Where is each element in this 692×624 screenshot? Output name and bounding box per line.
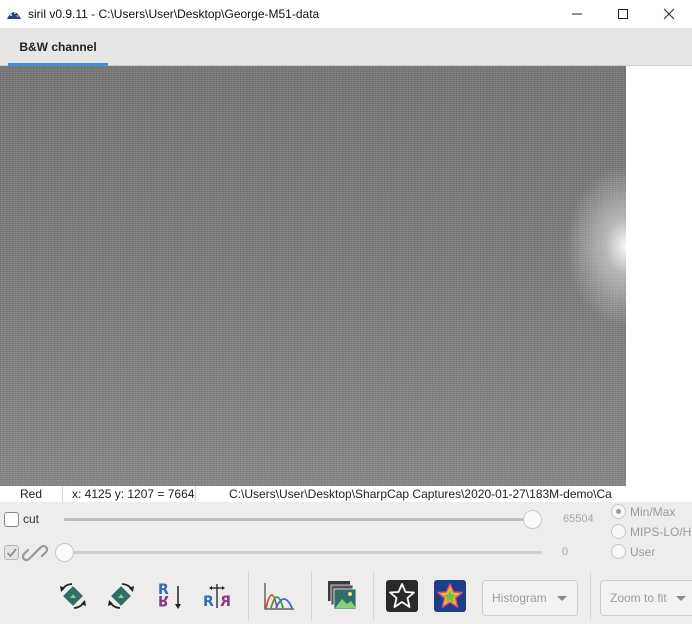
star-finder-button[interactable] — [385, 578, 419, 614]
hi-slider-fill — [64, 518, 523, 521]
mirror-x-icon: R R — [158, 582, 181, 609]
status-file-path: C:\Users\User\Desktop\SharpCap Captures\… — [229, 487, 612, 501]
mirror-x-button[interactable]: R R — [152, 578, 186, 614]
window-title: siril v0.9.11 - C:\Users\User\Desktop\Ge… — [28, 7, 320, 21]
status-divider — [62, 486, 63, 502]
status-divider — [195, 486, 196, 502]
minimize-button[interactable] — [554, 0, 600, 28]
maximize-icon — [618, 9, 628, 19]
radio-label-minmax: Min/Max — [630, 505, 676, 519]
lo-slider-track — [64, 551, 542, 554]
lo-slider-knob[interactable] — [55, 543, 74, 562]
chevron-down-icon — [676, 596, 686, 601]
image-stack-icon — [328, 581, 357, 610]
window-controls — [554, 0, 692, 28]
radio-user[interactable] — [611, 544, 626, 559]
minimize-icon — [572, 13, 582, 15]
rotate-left-button[interactable] — [56, 578, 90, 614]
link-checkbox[interactable] — [4, 545, 19, 560]
check-icon — [6, 548, 17, 558]
histogram-curve-button[interactable] — [262, 578, 296, 614]
star-color-button[interactable] — [433, 578, 467, 614]
radio-label-user: User — [630, 545, 656, 559]
close-icon — [663, 8, 675, 20]
title-bar: siril v0.9.11 - C:\Users\User\Desktop\Ge… — [0, 0, 692, 28]
svg-text:R: R — [158, 592, 169, 608]
zoom-select[interactable]: Zoom to fit — [600, 580, 692, 616]
tab-bw-channel[interactable]: B&W channel — [8, 28, 108, 66]
radio-mips[interactable] — [611, 524, 626, 539]
chain-link-icon[interactable] — [22, 540, 48, 566]
toolbar-separator — [311, 572, 312, 620]
image-canvas-area — [0, 66, 692, 486]
svg-text:R: R — [220, 594, 231, 610]
display-mode-value: Histogram — [492, 591, 547, 605]
tab-label: B&W channel — [19, 40, 97, 54]
radio-minmax[interactable] — [611, 504, 626, 519]
mirror-y-button[interactable]: R R — [200, 578, 234, 614]
star-outline-icon — [386, 580, 418, 612]
star-color-icon — [434, 580, 466, 612]
svg-text:R: R — [203, 594, 214, 610]
chevron-down-icon — [557, 596, 567, 601]
toolbar-separator — [248, 572, 249, 620]
cut-label: cut — [23, 512, 40, 526]
siril-window: siril v0.9.11 - C:\Users\User\Desktop\Ge… — [0, 0, 692, 624]
status-channel: Red — [20, 487, 43, 501]
hi-slider-knob[interactable] — [523, 510, 542, 529]
rotate-right-icon — [108, 583, 134, 609]
toolbar-separator — [590, 572, 591, 620]
rotate-left-icon — [60, 583, 86, 609]
mirror-y-icon: R R — [203, 584, 231, 610]
siril-app-icon — [7, 12, 21, 19]
image-view[interactable] — [0, 66, 626, 486]
close-button[interactable] — [646, 0, 692, 28]
toolbar-separator — [373, 572, 374, 620]
lo-value: 0 — [562, 546, 569, 558]
image-stack-button[interactable] — [324, 578, 358, 614]
status-pixel-coords: x: 4125 y: 1207 = 7664 — [72, 487, 195, 501]
hi-value: 65504 — [563, 513, 594, 525]
histogram-curve-icon — [264, 583, 294, 610]
cut-checkbox[interactable] — [4, 512, 19, 527]
status-bar: Red x: 4125 y: 1207 = 7664 C:\Users\User… — [0, 486, 692, 502]
channel-tab-strip: B&W channel — [0, 28, 692, 66]
zoom-value: Zoom to fit — [610, 591, 667, 605]
display-mode-select[interactable]: Histogram — [482, 580, 578, 616]
radio-label-mips: MIPS-LO/HI — [630, 525, 692, 539]
maximize-button[interactable] — [600, 0, 646, 28]
rotate-right-button[interactable] — [104, 578, 138, 614]
